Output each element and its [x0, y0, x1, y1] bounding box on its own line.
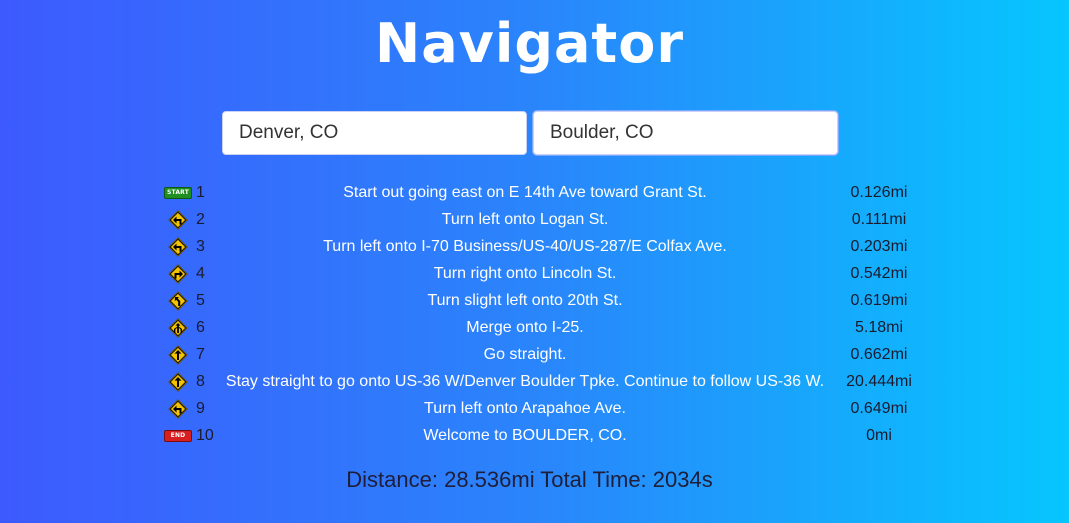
- step-distance: 0.649mi: [850, 399, 908, 417]
- step-distance: 0.662mi: [850, 345, 908, 363]
- directions-list: START 1 Start out going east on E 14th Ave…: [160, 179, 920, 449]
- end-badge-label: END: [164, 429, 192, 442]
- step-number: 1: [196, 183, 205, 201]
- turn-left-sign-icon: [160, 206, 196, 233]
- direction-row: 2 Turn left onto Logan St. 0.111mi: [160, 206, 920, 233]
- step-instruction: Start out going east on E 14th Ave towar…: [343, 183, 707, 201]
- destination-input[interactable]: [533, 111, 838, 155]
- direction-row: 9 Turn left onto Arapahoe Ave. 0.649mi: [160, 395, 920, 422]
- step-distance: 0.542mi: [850, 264, 908, 282]
- step-distance: 0.619mi: [850, 291, 908, 309]
- step-number: 8: [196, 372, 205, 390]
- start-badge-label: START: [164, 186, 192, 199]
- direction-row: 6 Merge onto I-25. 5.18mi: [160, 314, 920, 341]
- direction-row: 5 Turn slight left onto 20th St. 0.619mi: [160, 287, 920, 314]
- direction-row: END 10 Welcome to BOULDER, CO. 0mi: [160, 422, 920, 449]
- slight-left-sign-icon: [160, 287, 196, 314]
- start-badge-icon: START: [160, 179, 196, 206]
- route-summary: Distance: 28.536mi Total Time: 2034s: [346, 467, 713, 492]
- direction-row: 7 Go straight. 0.662mi: [160, 341, 920, 368]
- step-distance: 20.444mi: [846, 372, 912, 390]
- step-instruction: Turn slight left onto 20th St.: [427, 291, 623, 309]
- turn-right-sign-icon: [160, 260, 196, 287]
- step-number: 10: [196, 426, 214, 444]
- turn-left-sign-icon: [160, 233, 196, 260]
- step-instruction: Turn left onto Arapahoe Ave.: [424, 399, 626, 417]
- step-distance: 5.18mi: [854, 318, 904, 336]
- step-instruction: Turn left onto Logan St.: [441, 210, 609, 228]
- direction-row: START 1 Start out going east on E 14th Ave…: [160, 179, 920, 206]
- direction-row: 3 Turn left onto I-70 Business/US-40/US-2…: [160, 233, 920, 260]
- end-badge-icon: END: [160, 422, 196, 449]
- origin-input[interactable]: [222, 111, 527, 155]
- direction-row: 8 Stay straight to go onto US-36 W/Denver…: [160, 368, 920, 395]
- step-instruction: Merge onto I-25.: [466, 318, 584, 336]
- step-distance: 0.203mi: [850, 237, 908, 255]
- app-title: Navigator: [375, 12, 684, 75]
- step-instruction: Stay straight to go onto US-36 W/Denver …: [225, 372, 825, 390]
- step-number: 6: [196, 318, 205, 336]
- turn-left-sign-icon: [160, 395, 196, 422]
- step-instruction: Welcome to BOULDER, CO.: [423, 426, 627, 444]
- merge-sign-icon: [160, 314, 196, 341]
- step-number: 7: [196, 345, 205, 363]
- step-distance: 0.111mi: [851, 210, 907, 228]
- step-number: 4: [196, 264, 205, 282]
- step-distance: 0.126mi: [850, 183, 908, 201]
- step-number: 3: [196, 237, 205, 255]
- step-number: 5: [196, 291, 205, 309]
- step-number: 2: [196, 210, 205, 228]
- step-instruction: Go straight.: [483, 345, 567, 363]
- step-distance: 0mi: [866, 426, 892, 444]
- step-instruction: Turn left onto I-70 Business/US-40/US-28…: [323, 237, 727, 255]
- straight-sign-icon: [160, 368, 196, 395]
- step-number: 9: [196, 399, 205, 417]
- straight-sign-icon: [160, 341, 196, 368]
- route-inputs: [222, 111, 838, 155]
- direction-row: 4 Turn right onto Lincoln St. 0.542mi: [160, 260, 920, 287]
- step-instruction: Turn right onto Lincoln St.: [433, 264, 617, 282]
